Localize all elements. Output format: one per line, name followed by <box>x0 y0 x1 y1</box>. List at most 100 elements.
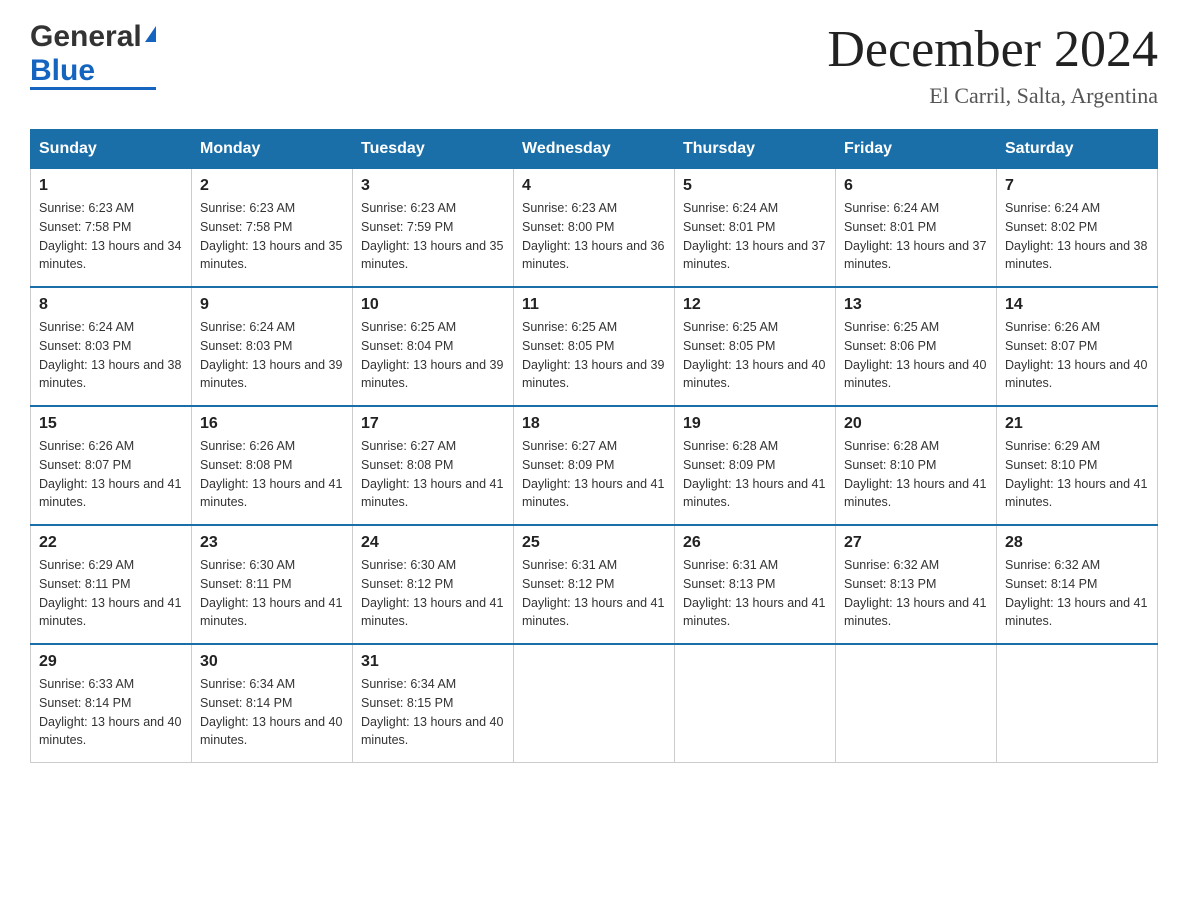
calendar-table: Sunday Monday Tuesday Wednesday Thursday… <box>30 129 1158 763</box>
day-info: Sunrise: 6:31 AM Sunset: 8:13 PM Dayligh… <box>683 556 827 631</box>
day-number: 21 <box>1005 415 1149 433</box>
day-number: 20 <box>844 415 988 433</box>
table-row: 16 Sunrise: 6:26 AM Sunset: 8:08 PM Dayl… <box>192 406 353 525</box>
day-number: 3 <box>361 177 505 195</box>
col-friday: Friday <box>836 130 997 169</box>
day-number: 4 <box>522 177 666 195</box>
day-number: 2 <box>200 177 344 195</box>
day-info: Sunrise: 6:32 AM Sunset: 8:14 PM Dayligh… <box>1005 556 1149 631</box>
table-row: 18 Sunrise: 6:27 AM Sunset: 8:09 PM Dayl… <box>514 406 675 525</box>
calendar-week-row: 29 Sunrise: 6:33 AM Sunset: 8:14 PM Dayl… <box>31 644 1158 763</box>
day-number: 7 <box>1005 177 1149 195</box>
table-row: 20 Sunrise: 6:28 AM Sunset: 8:10 PM Dayl… <box>836 406 997 525</box>
table-row: 13 Sunrise: 6:25 AM Sunset: 8:06 PM Dayl… <box>836 287 997 406</box>
table-row: 31 Sunrise: 6:34 AM Sunset: 8:15 PM Dayl… <box>353 644 514 763</box>
day-number: 22 <box>39 534 183 552</box>
table-row <box>997 644 1158 763</box>
month-title: December 2024 <box>827 20 1158 79</box>
day-number: 16 <box>200 415 344 433</box>
table-row: 23 Sunrise: 6:30 AM Sunset: 8:11 PM Dayl… <box>192 525 353 644</box>
col-tuesday: Tuesday <box>353 130 514 169</box>
day-info: Sunrise: 6:23 AM Sunset: 8:00 PM Dayligh… <box>522 199 666 274</box>
day-info: Sunrise: 6:29 AM Sunset: 8:10 PM Dayligh… <box>1005 437 1149 512</box>
day-number: 13 <box>844 296 988 314</box>
day-info: Sunrise: 6:34 AM Sunset: 8:15 PM Dayligh… <box>361 675 505 750</box>
table-row: 29 Sunrise: 6:33 AM Sunset: 8:14 PM Dayl… <box>31 644 192 763</box>
day-info: Sunrise: 6:28 AM Sunset: 8:09 PM Dayligh… <box>683 437 827 512</box>
day-number: 26 <box>683 534 827 552</box>
day-info: Sunrise: 6:23 AM Sunset: 7:58 PM Dayligh… <box>200 199 344 274</box>
table-row: 14 Sunrise: 6:26 AM Sunset: 8:07 PM Dayl… <box>997 287 1158 406</box>
table-row: 12 Sunrise: 6:25 AM Sunset: 8:05 PM Dayl… <box>675 287 836 406</box>
table-row: 1 Sunrise: 6:23 AM Sunset: 7:58 PM Dayli… <box>31 169 192 288</box>
day-info: Sunrise: 6:34 AM Sunset: 8:14 PM Dayligh… <box>200 675 344 750</box>
day-number: 31 <box>361 653 505 671</box>
day-info: Sunrise: 6:24 AM Sunset: 8:02 PM Dayligh… <box>1005 199 1149 274</box>
day-number: 10 <box>361 296 505 314</box>
table-row <box>514 644 675 763</box>
table-row: 15 Sunrise: 6:26 AM Sunset: 8:07 PM Dayl… <box>31 406 192 525</box>
page-header: General Blue December 2024 El Carril, Sa… <box>30 20 1158 109</box>
calendar-week-row: 8 Sunrise: 6:24 AM Sunset: 8:03 PM Dayli… <box>31 287 1158 406</box>
location-title: El Carril, Salta, Argentina <box>827 83 1158 109</box>
col-thursday: Thursday <box>675 130 836 169</box>
table-row <box>675 644 836 763</box>
day-info: Sunrise: 6:23 AM Sunset: 7:58 PM Dayligh… <box>39 199 183 274</box>
day-number: 30 <box>200 653 344 671</box>
calendar-week-row: 1 Sunrise: 6:23 AM Sunset: 7:58 PM Dayli… <box>31 169 1158 288</box>
table-row: 17 Sunrise: 6:27 AM Sunset: 8:08 PM Dayl… <box>353 406 514 525</box>
day-info: Sunrise: 6:32 AM Sunset: 8:13 PM Dayligh… <box>844 556 988 631</box>
table-row: 19 Sunrise: 6:28 AM Sunset: 8:09 PM Dayl… <box>675 406 836 525</box>
day-info: Sunrise: 6:33 AM Sunset: 8:14 PM Dayligh… <box>39 675 183 750</box>
day-number: 29 <box>39 653 183 671</box>
table-row: 3 Sunrise: 6:23 AM Sunset: 7:59 PM Dayli… <box>353 169 514 288</box>
day-info: Sunrise: 6:26 AM Sunset: 8:07 PM Dayligh… <box>39 437 183 512</box>
day-number: 11 <box>522 296 666 314</box>
day-info: Sunrise: 6:31 AM Sunset: 8:12 PM Dayligh… <box>522 556 666 631</box>
day-number: 19 <box>683 415 827 433</box>
calendar-week-row: 15 Sunrise: 6:26 AM Sunset: 8:07 PM Dayl… <box>31 406 1158 525</box>
table-row: 7 Sunrise: 6:24 AM Sunset: 8:02 PM Dayli… <box>997 169 1158 288</box>
day-number: 15 <box>39 415 183 433</box>
header-row: Sunday Monday Tuesday Wednesday Thursday… <box>31 130 1158 169</box>
col-saturday: Saturday <box>997 130 1158 169</box>
day-info: Sunrise: 6:25 AM Sunset: 8:05 PM Dayligh… <box>683 318 827 393</box>
table-row <box>836 644 997 763</box>
day-info: Sunrise: 6:27 AM Sunset: 8:08 PM Dayligh… <box>361 437 505 512</box>
calendar-week-row: 22 Sunrise: 6:29 AM Sunset: 8:11 PM Dayl… <box>31 525 1158 644</box>
day-number: 28 <box>1005 534 1149 552</box>
day-number: 24 <box>361 534 505 552</box>
logo-general: General <box>30 20 156 54</box>
day-info: Sunrise: 6:30 AM Sunset: 8:12 PM Dayligh… <box>361 556 505 631</box>
col-sunday: Sunday <box>31 130 192 169</box>
table-row: 5 Sunrise: 6:24 AM Sunset: 8:01 PM Dayli… <box>675 169 836 288</box>
day-info: Sunrise: 6:24 AM Sunset: 8:01 PM Dayligh… <box>683 199 827 274</box>
day-number: 8 <box>39 296 183 314</box>
day-number: 5 <box>683 177 827 195</box>
day-info: Sunrise: 6:25 AM Sunset: 8:05 PM Dayligh… <box>522 318 666 393</box>
day-number: 14 <box>1005 296 1149 314</box>
table-row: 28 Sunrise: 6:32 AM Sunset: 8:14 PM Dayl… <box>997 525 1158 644</box>
day-info: Sunrise: 6:23 AM Sunset: 7:59 PM Dayligh… <box>361 199 505 274</box>
logo-blue: Blue <box>30 54 156 90</box>
day-info: Sunrise: 6:24 AM Sunset: 8:03 PM Dayligh… <box>39 318 183 393</box>
table-row: 25 Sunrise: 6:31 AM Sunset: 8:12 PM Dayl… <box>514 525 675 644</box>
table-row: 9 Sunrise: 6:24 AM Sunset: 8:03 PM Dayli… <box>192 287 353 406</box>
title-block: December 2024 El Carril, Salta, Argentin… <box>827 20 1158 109</box>
table-row: 6 Sunrise: 6:24 AM Sunset: 8:01 PM Dayli… <box>836 169 997 288</box>
col-wednesday: Wednesday <box>514 130 675 169</box>
day-info: Sunrise: 6:30 AM Sunset: 8:11 PM Dayligh… <box>200 556 344 631</box>
table-row: 30 Sunrise: 6:34 AM Sunset: 8:14 PM Dayl… <box>192 644 353 763</box>
table-row: 27 Sunrise: 6:32 AM Sunset: 8:13 PM Dayl… <box>836 525 997 644</box>
day-number: 12 <box>683 296 827 314</box>
day-info: Sunrise: 6:25 AM Sunset: 8:06 PM Dayligh… <box>844 318 988 393</box>
day-number: 17 <box>361 415 505 433</box>
day-number: 1 <box>39 177 183 195</box>
day-number: 6 <box>844 177 988 195</box>
table-row: 22 Sunrise: 6:29 AM Sunset: 8:11 PM Dayl… <box>31 525 192 644</box>
logo: General Blue <box>30 20 156 90</box>
table-row: 24 Sunrise: 6:30 AM Sunset: 8:12 PM Dayl… <box>353 525 514 644</box>
day-number: 27 <box>844 534 988 552</box>
day-number: 9 <box>200 296 344 314</box>
day-info: Sunrise: 6:29 AM Sunset: 8:11 PM Dayligh… <box>39 556 183 631</box>
